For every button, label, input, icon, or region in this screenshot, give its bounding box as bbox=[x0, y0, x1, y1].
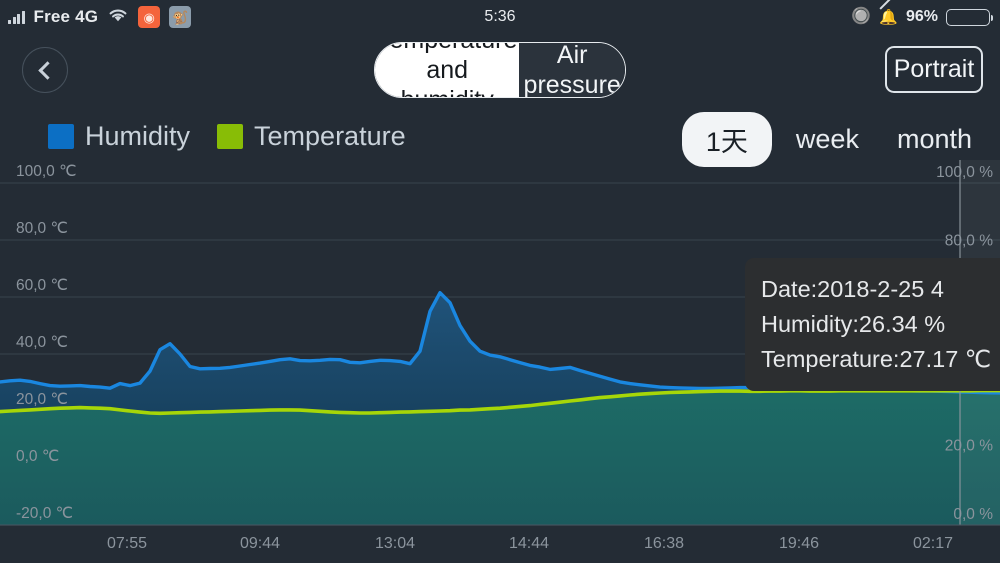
tooltip-date: Date:2018-2-25 4 bbox=[761, 276, 944, 302]
y-axis-left-tick: 40,0 ℃ bbox=[16, 334, 68, 351]
bell-mute-icon: 🔔 bbox=[879, 0, 898, 25]
x-axis-tick: 13:04 bbox=[375, 535, 415, 552]
x-axis-tick: 16:38 bbox=[644, 535, 684, 552]
x-axis-tick: 19:46 bbox=[779, 535, 819, 552]
legend-label-humidity: Humidity bbox=[85, 121, 191, 151]
status-bar: Free 4G ◉ 🐒 5:36 🔘 🔔 96% bbox=[0, 0, 1000, 34]
tooltip-humidity: Humidity:26.34 % bbox=[761, 311, 946, 337]
segment-temperature-humidity[interactable]: Temperature and humidity bbox=[375, 43, 520, 97]
legend-swatch-humidity bbox=[48, 124, 74, 149]
x-axis-tick: 09:44 bbox=[240, 535, 280, 552]
status-bar-center: 5:36 bbox=[0, 0, 1000, 34]
x-axis-tick: 02:17 bbox=[913, 535, 953, 552]
y-axis-left-tick: -20,0 ℃ bbox=[16, 505, 73, 522]
y-axis-right-tick: 80,0 % bbox=[945, 232, 993, 249]
y-axis-left-tick: 0,0 ℃ bbox=[16, 448, 59, 465]
view-segmented-control[interactable]: Temperature and humidity Air pressure bbox=[374, 42, 626, 98]
battery-icon bbox=[946, 8, 993, 26]
legend-label-temperature: Temperature bbox=[254, 121, 406, 151]
back-button[interactable] bbox=[22, 47, 68, 93]
y-axis-left-tick: 20,0 ℃ bbox=[16, 391, 68, 408]
status-bar-right: 🔘 🔔 96% bbox=[851, 0, 993, 34]
bluetooth-icon: 🔘 bbox=[851, 8, 872, 25]
range-option-month[interactable]: month bbox=[883, 116, 986, 163]
app-root: Free 4G ◉ 🐒 5:36 🔘 🔔 96% Temperature and… bbox=[0, 0, 1000, 563]
y-axis-left-tick: 100,0 ℃ bbox=[16, 163, 77, 180]
range-option-week[interactable]: week bbox=[782, 116, 873, 163]
clock-label: 5:36 bbox=[484, 8, 516, 25]
y-axis-right-tick: 100,0 % bbox=[936, 164, 993, 181]
tooltip-temperature: Temperature:27.17 ℃ bbox=[761, 346, 992, 372]
y-axis-right-tick: 0,0 % bbox=[953, 506, 993, 523]
chart-tooltip: Date:2018-2-25 4 Humidity:26.34 % Temper… bbox=[745, 258, 1000, 391]
legend-item-temperature[interactable]: Temperature bbox=[217, 121, 406, 152]
battery-percent-label: 96% bbox=[905, 8, 938, 25]
y-axis-left-tick: 60,0 ℃ bbox=[16, 277, 68, 294]
portrait-button[interactable]: Portrait bbox=[885, 46, 983, 93]
legend-item-humidity[interactable]: Humidity bbox=[48, 121, 190, 152]
legend-swatch-temperature bbox=[217, 124, 244, 149]
segment-air-pressure[interactable]: Air pressure bbox=[519, 43, 625, 97]
y-axis-right-tick: 20,0 % bbox=[945, 438, 993, 455]
time-range-selector: 1天 week month bbox=[681, 112, 986, 167]
y-axis-left-tick: 80,0 ℃ bbox=[16, 220, 68, 237]
chart-legend: Humidity Temperature bbox=[48, 121, 406, 152]
chevron-left-icon bbox=[37, 60, 57, 80]
x-axis-tick: 14:44 bbox=[509, 535, 549, 552]
range-option-day[interactable]: 1天 bbox=[681, 112, 772, 167]
x-axis-tick: 07:55 bbox=[107, 535, 147, 552]
